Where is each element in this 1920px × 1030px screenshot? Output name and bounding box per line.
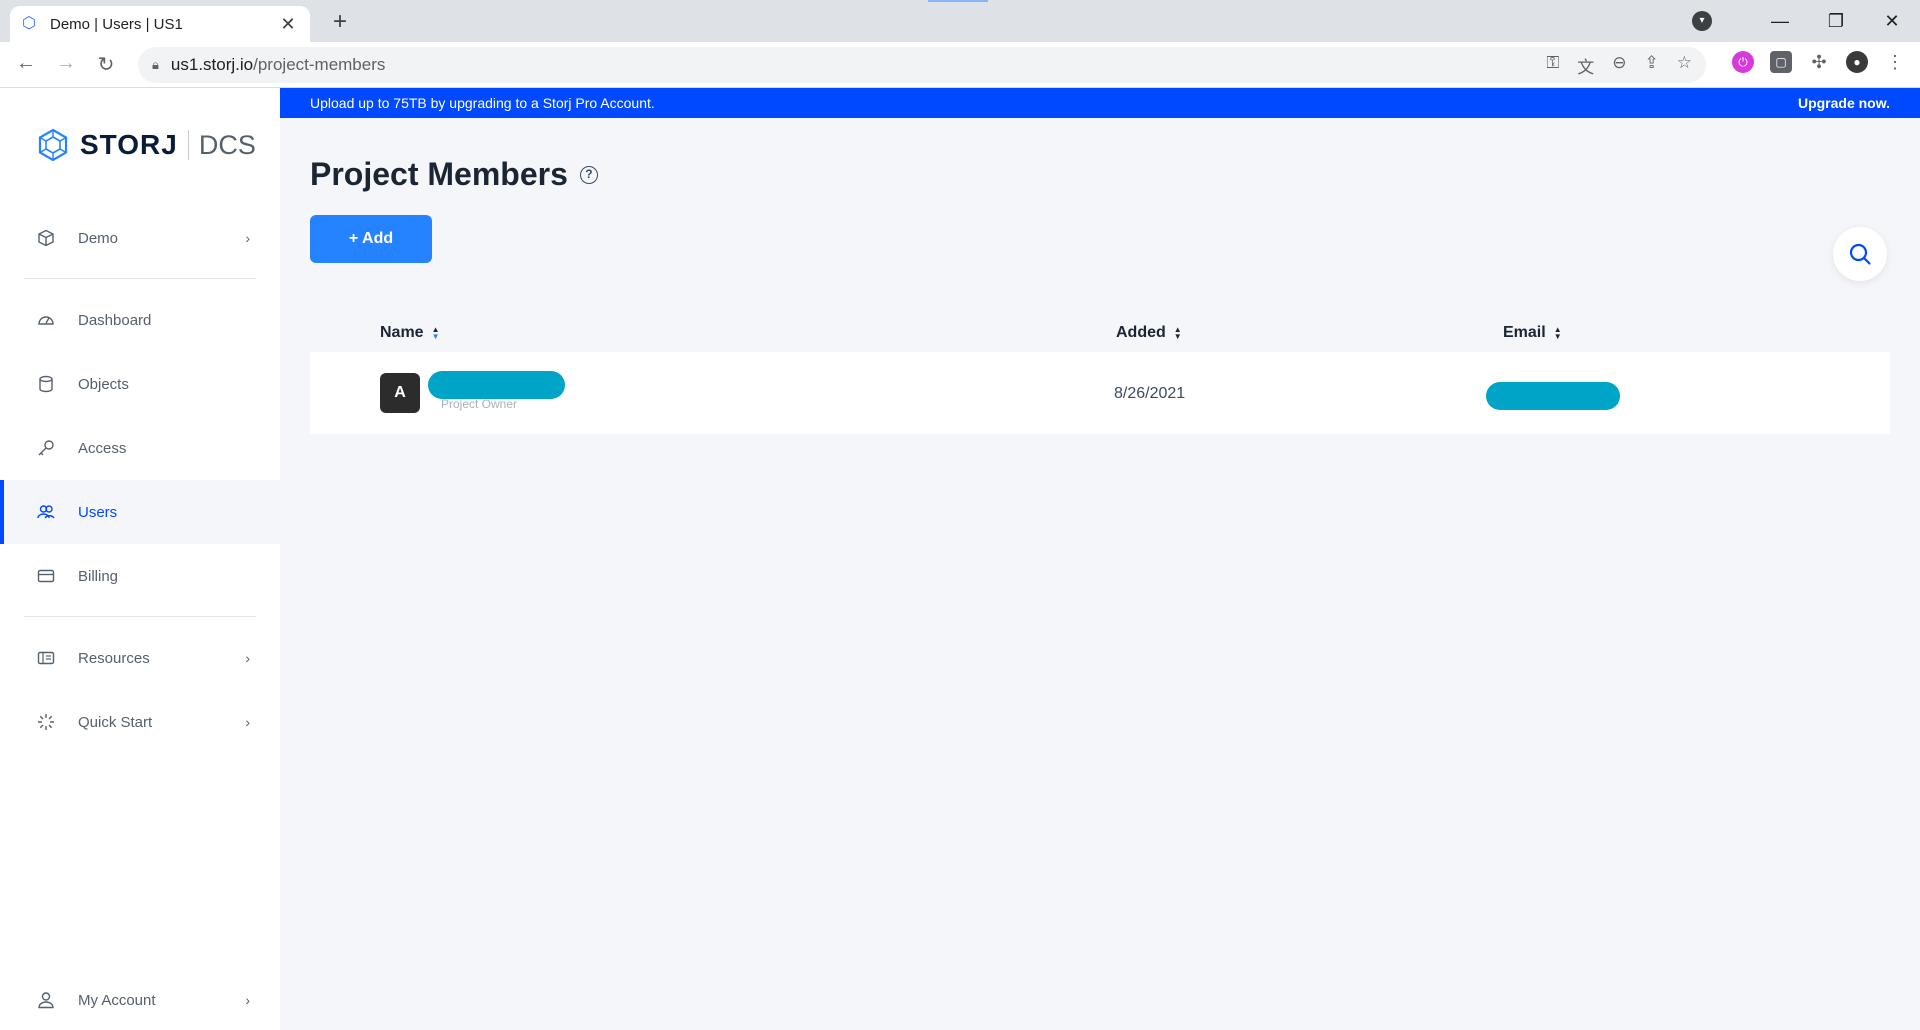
- password-key-icon[interactable]: ⚿: [1546, 53, 1559, 78]
- minimize-button[interactable]: —: [1752, 11, 1808, 32]
- dashboard-icon: [36, 310, 56, 330]
- search-icon: [1849, 243, 1871, 265]
- sidebar-item-label: My Account: [78, 991, 156, 1009]
- upgrade-banner: Upload up to 75TB by upgrading to a Stor…: [280, 88, 1920, 118]
- sidebar-item-resources[interactable]: Resources ›: [0, 626, 280, 690]
- column-header-name[interactable]: Name ▲ ▼: [380, 324, 440, 342]
- url-text[interactable]: us1.storj.io/project-members: [171, 55, 1546, 75]
- sidebar-divider: [24, 616, 256, 617]
- browser-tab[interactable]: ⬡ Demo | Users | US1 ✕: [10, 6, 310, 42]
- zoom-icon[interactable]: ⊖: [1612, 53, 1626, 78]
- browser-toolbar: ← → ↻ 🔒︎ us1.storj.io/project-members ⚿ …: [0, 42, 1920, 88]
- avatar: A: [380, 373, 420, 413]
- sidebar-item-access[interactable]: Access: [0, 416, 280, 480]
- extension-square-icon[interactable]: ▢: [1770, 51, 1792, 73]
- storj-logo[interactable]: STORJ DCS: [36, 128, 256, 162]
- window-controls: ▾ — ❐ ✕: [1692, 0, 1920, 42]
- browser-tab-bar: ⬡ Demo | Users | US1 ✕ + ▾ — ❐ ✕: [0, 0, 1920, 42]
- logo-separator: [187, 130, 189, 160]
- members-table-header: Name ▲ ▼ Added ▲ ▼ Email ▲ ▼: [310, 312, 1890, 352]
- lock-icon[interactable]: 🔒︎: [152, 57, 159, 73]
- translate-icon[interactable]: 文: [1577, 53, 1594, 78]
- sort-icon[interactable]: ▲ ▼: [1554, 326, 1562, 341]
- sidebar-item-label: Billing: [78, 567, 119, 585]
- redacted-name: [428, 371, 565, 399]
- restore-button[interactable]: ❐: [1808, 11, 1864, 32]
- users-icon: [36, 502, 56, 522]
- help-icon[interactable]: ?: [579, 165, 598, 184]
- chevron-right-icon: ›: [245, 230, 250, 246]
- page-title-text: Project Members: [310, 156, 568, 192]
- tab-search-icon[interactable]: ▾: [1692, 11, 1712, 31]
- page-title: Project Members ?: [310, 156, 598, 193]
- sidebar-item-dashboard[interactable]: Dashboard: [0, 288, 280, 352]
- sidebar-item-objects[interactable]: Objects: [0, 352, 280, 416]
- tab-close-icon[interactable]: ✕: [278, 14, 298, 35]
- sidebar-item-label: Quick Start: [78, 713, 153, 731]
- sidebar-item-label: Access: [78, 439, 127, 457]
- table-row[interactable]: A Project Owner 8/26/2021: [310, 352, 1890, 434]
- sidebar-item-quick-start[interactable]: Quick Start ›: [0, 690, 280, 754]
- column-header-added[interactable]: Added ▲ ▼: [1116, 324, 1182, 342]
- bookmark-star-icon[interactable]: ☆: [1677, 53, 1692, 78]
- sidebar: STORJ DCS Demo › Dashboard Objects Acces…: [0, 88, 280, 1030]
- project-name: Demo: [78, 229, 119, 247]
- brand-name: STORJ: [80, 129, 178, 160]
- sidebar-item-label: Users: [78, 503, 118, 521]
- resources-icon: [36, 648, 56, 668]
- sidebar-divider: [24, 278, 256, 279]
- sort-icon[interactable]: ▲ ▼: [432, 326, 440, 341]
- address-bar[interactable]: 🔒︎ us1.storj.io/project-members ⚿ 文 ⊖ ⇪ …: [138, 47, 1706, 83]
- url-host: us1.storj.io: [170, 55, 254, 74]
- back-arrow-icon[interactable]: ←: [12, 52, 40, 75]
- share-icon[interactable]: ⇪: [1645, 53, 1659, 78]
- url-path: /project-members: [253, 55, 386, 74]
- card-icon: [36, 566, 56, 586]
- close-window-button[interactable]: ✕: [1864, 11, 1920, 32]
- key-icon: [36, 438, 56, 458]
- sidebar-item-users[interactable]: Users: [0, 480, 280, 544]
- sidebar-item-label: Objects: [78, 375, 129, 393]
- objects-icon: [36, 374, 56, 394]
- redacted-email: [1486, 382, 1620, 410]
- extensions-puzzle-icon[interactable]: ✣: [1808, 51, 1830, 73]
- cube-icon: [36, 228, 56, 248]
- upgrade-link[interactable]: Upgrade now.: [1798, 95, 1890, 111]
- banner-text: Upload up to 75TB by upgrading to a Stor…: [310, 95, 655, 111]
- browser-menu-icon[interactable]: ⋮: [1884, 51, 1906, 73]
- column-header-email[interactable]: Email ▲ ▼: [1503, 324, 1562, 342]
- storj-favicon-icon: ⬡: [22, 15, 36, 32]
- tab-strip-indicator: [928, 0, 988, 2]
- sort-icon[interactable]: ▲ ▼: [1174, 326, 1182, 341]
- product-name: DCS: [198, 129, 256, 160]
- sidebar-item-my-account[interactable]: My Account ›: [0, 968, 280, 1030]
- extension-power-icon[interactable]: ⏻: [1732, 51, 1754, 73]
- user-icon: [36, 990, 56, 1010]
- member-role: Project Owner: [441, 397, 518, 411]
- reload-icon[interactable]: ↻: [92, 52, 120, 77]
- member-added-date: 8/26/2021: [1114, 385, 1186, 402]
- forward-arrow-icon[interactable]: →: [52, 52, 80, 75]
- search-button[interactable]: [1833, 227, 1887, 281]
- chevron-right-icon: ›: [245, 992, 250, 1008]
- tab-title: Demo | Users | US1: [50, 15, 183, 33]
- add-member-button[interactable]: + Add: [310, 215, 432, 263]
- column-label: Name: [380, 324, 424, 341]
- chevron-right-icon: ›: [245, 650, 250, 666]
- project-selector[interactable]: Demo ›: [0, 206, 280, 270]
- column-label: Added: [1116, 324, 1166, 341]
- chevron-right-icon: ›: [245, 714, 250, 730]
- profile-avatar-icon[interactable]: ●: [1846, 51, 1868, 73]
- sidebar-item-billing[interactable]: Billing: [0, 544, 280, 608]
- sidebar-item-label: Resources: [78, 649, 150, 667]
- column-label: Email: [1503, 324, 1546, 341]
- sparkle-icon: [36, 712, 56, 732]
- storj-logo-icon: [38, 128, 68, 162]
- sidebar-item-label: Dashboard: [78, 311, 152, 329]
- new-tab-button[interactable]: +: [326, 8, 354, 36]
